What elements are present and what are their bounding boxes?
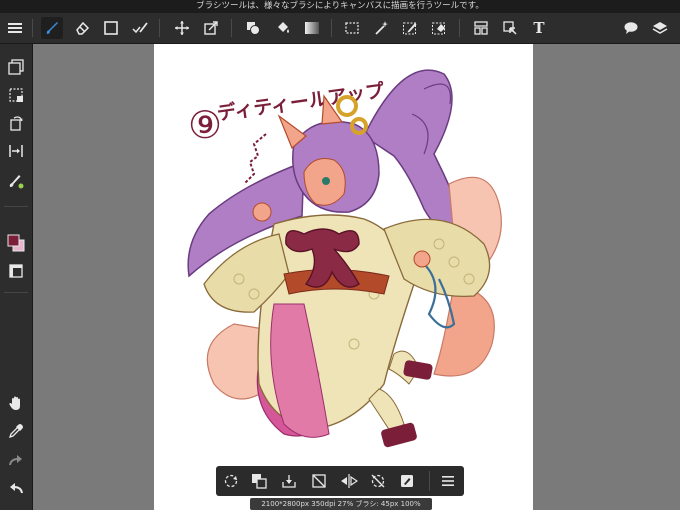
undo-icon[interactable]	[5, 478, 27, 500]
shape-icon[interactable]	[100, 17, 122, 39]
tail-right-lower	[433, 283, 495, 377]
toolbar-separator	[459, 19, 460, 37]
snap-icon[interactable]	[5, 140, 27, 162]
toolbar-separator	[159, 19, 160, 37]
correction-icon[interactable]	[129, 17, 151, 39]
layers-icon[interactable]	[649, 17, 671, 39]
no-rotate-icon[interactable]	[367, 470, 389, 492]
rotate-canvas-icon[interactable]	[220, 470, 242, 492]
eraser-icon[interactable]	[71, 17, 93, 39]
hanging-ornament	[243, 133, 267, 185]
gradient-icon[interactable]	[301, 17, 323, 39]
rotate-icon[interactable]	[5, 112, 27, 134]
selection-icon[interactable]	[5, 84, 27, 106]
select-icon[interactable]	[341, 17, 363, 39]
speech-bubble-icon[interactable]	[620, 17, 642, 39]
canvas-status-bar: 2100*2800px 350dpi 27% ブラシ: 45px 100%	[250, 498, 432, 510]
action-bar-separator	[429, 471, 430, 491]
toolbar-separator	[231, 19, 232, 37]
swap-layers-icon[interactable]	[248, 470, 270, 492]
brush-settings-icon[interactable]	[5, 170, 27, 192]
sidebar-separator	[4, 292, 28, 293]
character-eye	[322, 177, 330, 185]
artwork-illustration: ⑨ ディティールアップ	[187, 69, 502, 448]
select-pen-icon[interactable]	[399, 17, 421, 39]
main-toolbar: T	[0, 13, 680, 44]
text-icon[interactable]: T	[528, 17, 550, 39]
character-hand-left	[252, 202, 272, 222]
canvas-paper[interactable]: ⑨ ディティールアップ	[154, 44, 533, 510]
import-icon[interactable]	[278, 470, 300, 492]
sidebar-separator	[4, 206, 28, 207]
toolbar-separator	[331, 19, 332, 37]
tool-tooltip: ブラシツールは、様々なブラシによりキャンバスに描画を行うツールです。	[0, 0, 680, 13]
bucket-icon[interactable]	[272, 17, 294, 39]
canvas-action-bar	[216, 466, 464, 496]
frame-divider-icon[interactable]	[470, 17, 492, 39]
hand-icon[interactable]	[5, 392, 27, 414]
operation-icon[interactable]	[499, 17, 521, 39]
character-hand-right	[413, 250, 431, 268]
color-swatch-icon[interactable]	[5, 232, 27, 254]
eyedropper-icon[interactable]	[5, 420, 27, 442]
left-sidebar	[0, 44, 33, 510]
geta-sandal-right	[381, 422, 417, 448]
edit-icon[interactable]	[396, 470, 418, 492]
layer-copy-icon[interactable]	[5, 56, 27, 78]
select-eraser-icon[interactable]	[428, 17, 450, 39]
clear-icon[interactable]	[308, 470, 330, 492]
magic-wand-icon[interactable]	[370, 17, 392, 39]
redo-icon[interactable]	[5, 450, 27, 472]
more-menu-icon[interactable]	[437, 470, 459, 492]
move-icon[interactable]	[171, 17, 193, 39]
transform-icon[interactable]	[200, 17, 222, 39]
fill-icon[interactable]	[242, 17, 264, 39]
toolbar-separator	[32, 19, 33, 37]
reference-window-icon[interactable]	[5, 260, 27, 282]
brush-icon[interactable]	[41, 17, 63, 39]
flip-icon[interactable]	[338, 470, 360, 492]
menu-icon[interactable]	[4, 17, 26, 39]
text-tool-label: T	[533, 19, 545, 37]
